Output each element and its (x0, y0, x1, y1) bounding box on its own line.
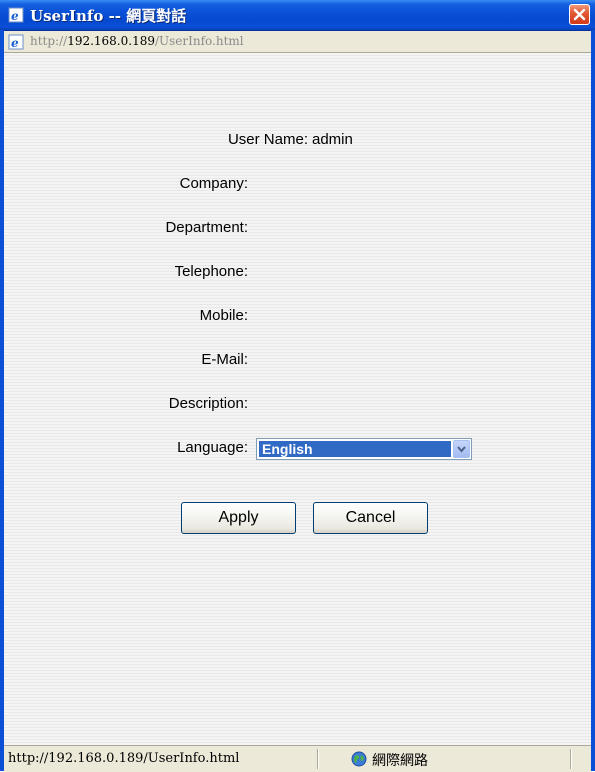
close-icon (573, 8, 586, 21)
security-zone-label: 網際網路 (372, 753, 428, 769)
address-url: http://192.168.0.189/UserInfo.html (30, 34, 244, 48)
status-divider (317, 749, 319, 769)
status-url: http://192.168.0.189/UserInfo.html (8, 751, 240, 766)
field-row-department: Department: (4, 219, 591, 241)
description-label: Description: (168, 395, 248, 412)
department-label: Department: (165, 219, 248, 236)
dialog-content: User Name: admin Company: Department: Te… (4, 53, 591, 745)
company-label: Company: (179, 175, 248, 192)
user-name-label: User Name: (227, 131, 308, 148)
ie-page-icon: e (8, 34, 24, 50)
language-label: Language: (177, 439, 248, 456)
window-frame-right (591, 30, 595, 771)
field-row-language: Language: English (4, 438, 591, 461)
field-row-description: Description: (4, 395, 591, 417)
button-row: Apply Cancel (4, 502, 591, 534)
title-bar: e UserInfo -- 網頁對話 (0, 0, 595, 31)
email-label: E-Mail: (201, 351, 248, 368)
globe-icon (351, 751, 367, 767)
chevron-down-icon (457, 446, 466, 453)
svg-text:e: e (11, 36, 19, 50)
user-name-value: admin (312, 131, 353, 148)
address-bar: e http://192.168.0.189/UserInfo.html (4, 31, 591, 53)
field-row-mobile: Mobile: (4, 307, 591, 329)
cancel-button[interactable]: Cancel (313, 502, 428, 534)
field-row-user-name: User Name: admin (4, 131, 591, 153)
dropdown-button[interactable] (453, 440, 470, 458)
telephone-label: Telephone: (174, 263, 248, 280)
status-divider (570, 749, 572, 769)
window-title: UserInfo -- 網頁對話 (30, 7, 187, 25)
field-row-email: E-Mail: (4, 351, 591, 373)
language-selected-value: English (259, 441, 451, 457)
close-button[interactable] (569, 4, 590, 25)
status-bar: http://192.168.0.189/UserInfo.html 網際網路 (4, 745, 591, 772)
apply-button[interactable]: Apply (181, 502, 296, 534)
field-row-company: Company: (4, 175, 591, 197)
svg-text:e: e (11, 9, 19, 23)
mobile-label: Mobile: (199, 307, 248, 324)
ie-page-icon: e (8, 7, 24, 23)
field-row-telephone: Telephone: (4, 263, 591, 285)
language-select[interactable]: English (256, 438, 472, 460)
